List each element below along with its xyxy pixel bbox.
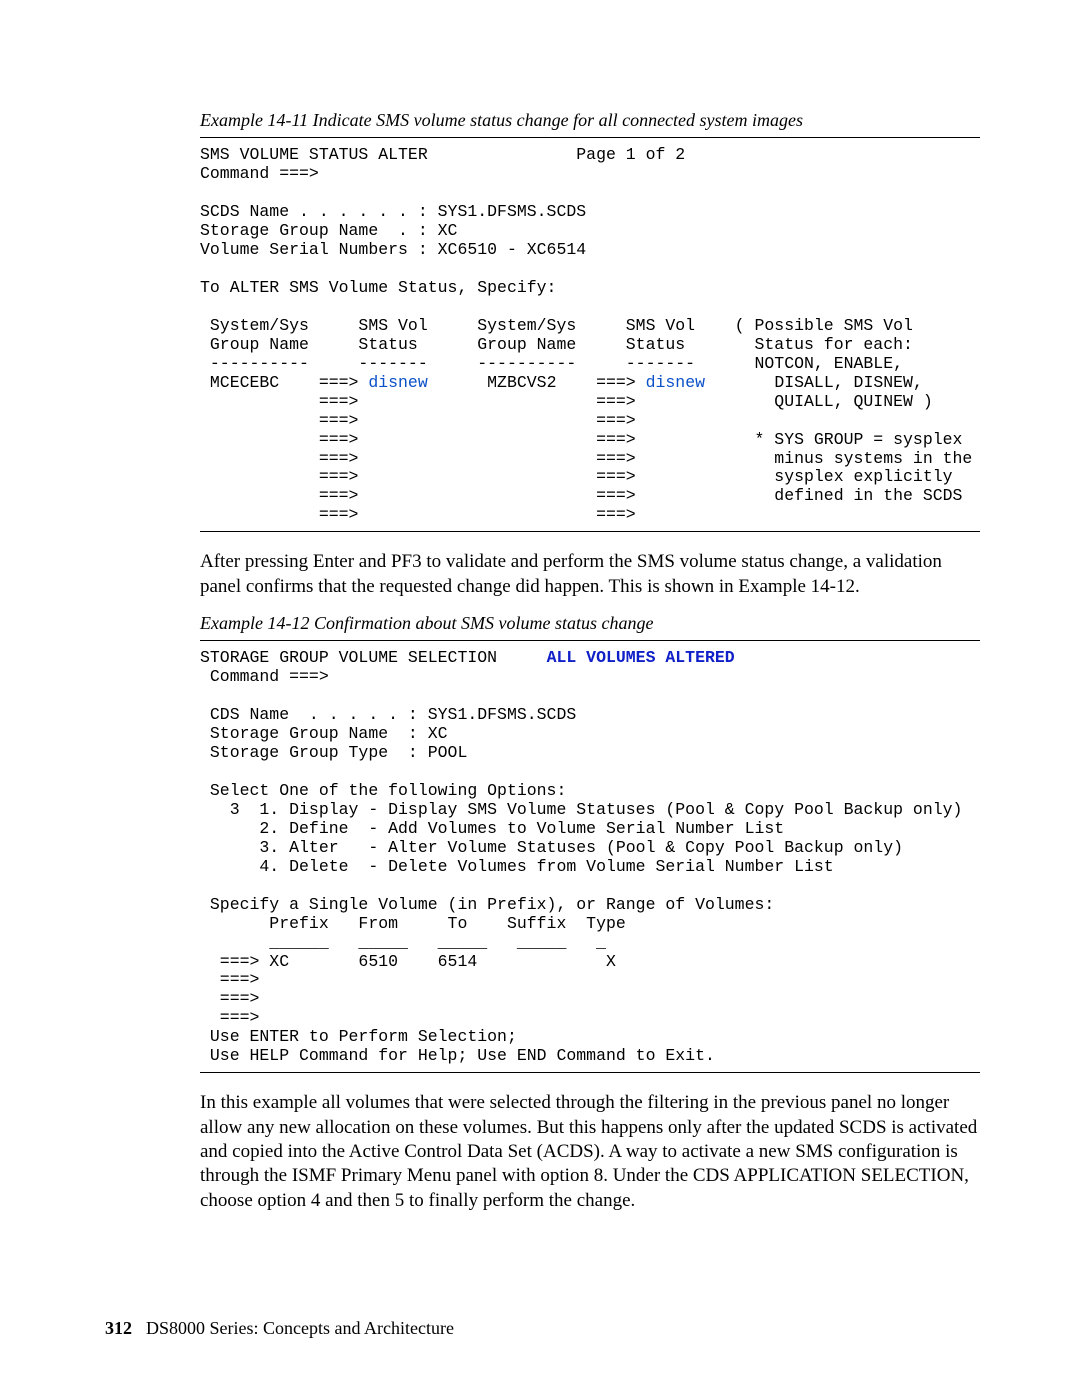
ex1-scds: SCDS Name . . . . . . : SYS1.DFSMS.SCDS <box>200 202 586 221</box>
ex1-r5: ===> ===> minus systems in the <box>200 449 972 468</box>
ex1-disnew-1: disnew <box>368 373 427 392</box>
ex2-l1: ===> XC 6510 6514 X <box>200 952 616 971</box>
ex2-f1: Use ENTER to Perform Selection; <box>200 1027 517 1046</box>
ex2-sel: Select One of the following Options: <box>200 781 566 800</box>
page-footer: 312 DS8000 Series: Concepts and Architect… <box>105 1318 454 1339</box>
ex2-opt4: 4. Delete - Delete Volumes from Volume S… <box>200 857 834 876</box>
ex1-th2: Group Name Status Group Name Status Stat… <box>200 335 913 354</box>
example-14-12-code: STORAGE GROUP VOLUME SELECTION ALL VOLUM… <box>200 649 980 1066</box>
ex2-cols: Prefix From To Suffix Type <box>200 914 626 933</box>
example-14-12-caption: Example 14-12 Confirmation about SMS vol… <box>200 613 980 634</box>
ex1-r4: ===> ===> * SYS GROUP = sysplex <box>200 430 962 449</box>
ex1-sg: Storage Group Name . : XC <box>200 221 457 240</box>
ex2-hdr-a: STORAGE GROUP VOLUME SELECTION <box>200 648 547 667</box>
example-14-11-caption: Example 14-11 Indicate SMS volume status… <box>200 110 980 131</box>
paragraph-1: After pressing Enter and PF3 to validate… <box>200 550 980 599</box>
rule-bottom-2 <box>200 1072 980 1073</box>
ex1-th1: System/Sys SMS Vol System/Sys SMS Vol ( … <box>200 316 913 335</box>
ex1-r3: ===> ===> <box>200 411 636 430</box>
ex1-cmd: Command ===> <box>200 164 319 183</box>
ex2-opt3: 3. Alter - Alter Volume Statuses (Pool &… <box>200 838 903 857</box>
ex1-r1c: DISALL, DISNEW, <box>705 373 923 392</box>
page: Example 14-11 Indicate SMS volume status… <box>0 0 1080 1397</box>
ex1-disnew-2: disnew <box>646 373 705 392</box>
ex2-hdr-b: ALL VOLUMES ALTERED <box>547 648 735 667</box>
ex1-th3: ---------- ------- ---------- ------- NO… <box>200 354 903 373</box>
ex1-r6: ===> ===> sysplex explicitly <box>200 467 953 486</box>
rule-top-1 <box>200 137 980 138</box>
rule-bottom-1 <box>200 531 980 532</box>
ex2-sgt: Storage Group Type : POOL <box>200 743 467 762</box>
ex1-vsn: Volume Serial Numbers : XC6510 - XC6514 <box>200 240 586 259</box>
ex2-opt1: 3 1. Display - Display SMS Volume Status… <box>200 800 962 819</box>
ex2-opt2: 2. Define - Add Volumes to Volume Serial… <box>200 819 784 838</box>
paragraph-2: In this example all volumes that were se… <box>200 1091 980 1213</box>
ex1-r7: ===> ===> defined in the SCDS <box>200 486 962 505</box>
ex2-l3: ===> <box>200 989 259 1008</box>
book-title: DS8000 Series: Concepts and Architecture <box>146 1318 454 1338</box>
ex2-ul: ______ _____ _____ _____ _ <box>200 933 606 952</box>
rule-top-2 <box>200 640 980 641</box>
ex1-r1a: MCECEBC ===> <box>200 373 368 392</box>
ex1-header: SMS VOLUME STATUS ALTER Page 1 of 2 <box>200 145 685 164</box>
page-number: 312 <box>105 1318 132 1338</box>
ex2-l4: ===> <box>200 1008 259 1027</box>
ex2-spec: Specify a Single Volume (in Prefix), or … <box>200 895 774 914</box>
ex2-f2: Use HELP Command for Help; Use END Comma… <box>200 1046 715 1065</box>
ex2-sg: Storage Group Name : XC <box>200 724 448 743</box>
ex1-instr: To ALTER SMS Volume Status, Specify: <box>200 278 556 297</box>
ex1-r2: ===> ===> QUIALL, QUINEW ) <box>200 392 933 411</box>
ex2-cds: CDS Name . . . . . : SYS1.DFSMS.SCDS <box>200 705 576 724</box>
example-14-11-code: SMS VOLUME STATUS ALTER Page 1 of 2 Comm… <box>200 146 980 525</box>
ex2-l2: ===> <box>200 970 259 989</box>
ex1-r8: ===> ===> <box>200 505 636 524</box>
ex2-cmd: Command ===> <box>200 667 329 686</box>
ex1-r1b: MZBCVS2 ===> <box>428 373 646 392</box>
